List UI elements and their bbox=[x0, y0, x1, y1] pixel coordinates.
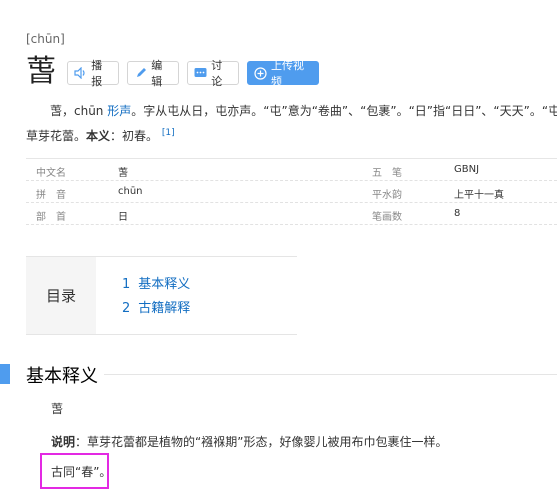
summary-text-3: 草芽花蕾 bbox=[26, 129, 75, 143]
table-of-contents: 目录 1 基本释义 2 古籍解释 bbox=[26, 256, 297, 335]
basic-info-row: 中文名 萅 五 笔 GBNJ bbox=[26, 159, 557, 181]
original-meaning-label: 本义 bbox=[86, 129, 111, 143]
original-meaning-text: ：初春。 bbox=[110, 129, 159, 143]
comment-icon bbox=[194, 66, 207, 80]
discuss-button[interactable]: 讨论 bbox=[187, 59, 239, 88]
info-value: GBNJ bbox=[454, 164, 480, 175]
radical-type-link[interactable]: 形声 bbox=[107, 104, 131, 118]
explanation-label: 说明 bbox=[51, 435, 76, 449]
toc-item-basic-meaning[interactable]: 1 基本释义 bbox=[122, 273, 190, 292]
explanation-text: ：草芽花蕾都是植物的“襁褓期”形态，好像婴儿被用布巾包裹住一样。 bbox=[75, 435, 448, 449]
toc-title-box: 目录 bbox=[26, 257, 96, 334]
summary-text-2: 。字从屯从日，屯亦声。“屯”意为“卷曲”、“包裹”。“日”指“日日”、“天天”。… bbox=[131, 104, 557, 118]
broadcast-button[interactable]: 播报 bbox=[67, 59, 119, 88]
toc-item-label: 基本释义 bbox=[138, 277, 191, 292]
toc-item-number: 2 bbox=[122, 301, 131, 316]
section-marker bbox=[0, 364, 10, 384]
broadcast-label: 播报 bbox=[91, 59, 103, 88]
info-name: 平水韵 bbox=[372, 190, 402, 201]
info-value: chūn bbox=[118, 186, 143, 197]
section-title: 基本释义 bbox=[26, 366, 98, 387]
explanation-paragraph: 说明：草芽花蕾都是植物的“襁褓期”形态，好像婴儿被用布巾包裹住一样。 bbox=[51, 433, 447, 450]
discuss-label: 讨论 bbox=[211, 59, 223, 88]
info-name: 拼 音 bbox=[36, 190, 66, 201]
summary-text-1: 萅，chūn bbox=[50, 104, 104, 118]
toc-title: 目录 bbox=[45, 287, 76, 305]
info-name: 笔画数 bbox=[372, 212, 402, 223]
info-value: 上平十一真 bbox=[454, 190, 504, 201]
toc-item-label: 古籍解释 bbox=[138, 301, 191, 316]
info-name: 五 笔 bbox=[372, 168, 402, 179]
info-value: 日 bbox=[118, 212, 128, 223]
reference-link[interactable]: [1] bbox=[162, 128, 175, 138]
pencil-icon bbox=[134, 66, 147, 80]
toc-item-ancient-texts[interactable]: 2 古籍解释 bbox=[122, 297, 190, 316]
summary-paragraph: 萅，chūn 形声。字从屯从日，屯亦声。“屯”意为“卷曲”、“包裹”。“日”指“… bbox=[26, 100, 557, 147]
plus-circle-icon bbox=[254, 66, 267, 80]
section-divider bbox=[104, 374, 557, 375]
speaker-icon bbox=[74, 66, 87, 80]
pinyin-label: [chūn] bbox=[26, 32, 65, 46]
basic-info-row: 拼 音 chūn 平水韵 上平十一真 bbox=[26, 181, 557, 203]
info-name: 中文名 bbox=[36, 168, 66, 179]
basic-info-table: 中文名 萅 五 笔 GBNJ 拼 音 chūn 平水韵 上平十一真 部 首 日 … bbox=[26, 158, 557, 225]
info-value: 8 bbox=[454, 208, 461, 219]
toc-item-number: 1 bbox=[122, 277, 131, 292]
variant-note: 古同“春”。 bbox=[51, 465, 112, 479]
edit-button[interactable]: 编辑 bbox=[127, 59, 179, 88]
upload-video-button[interactable]: 上传视频 bbox=[247, 59, 319, 88]
section-character: 萅 bbox=[51, 402, 64, 416]
basic-info-row: 部 首 日 笔画数 8 bbox=[26, 203, 557, 225]
edit-label: 编辑 bbox=[151, 59, 163, 88]
info-value: 萅 bbox=[118, 168, 128, 179]
upload-video-label: 上传视频 bbox=[271, 59, 305, 88]
info-name: 部 首 bbox=[36, 212, 66, 223]
headword-character: 萅 bbox=[26, 54, 56, 89]
